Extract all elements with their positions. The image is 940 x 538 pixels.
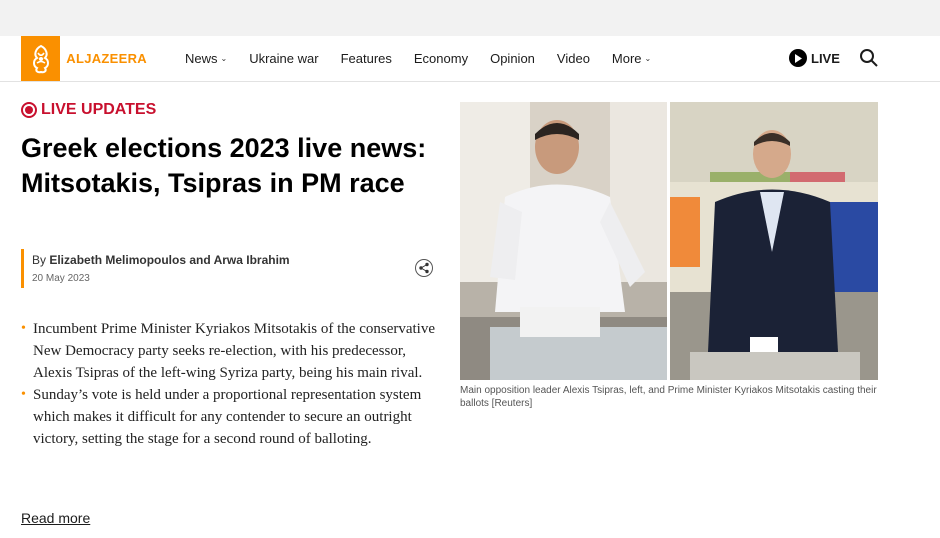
live-label: LIVE [811, 50, 840, 66]
chevron-down-icon: ⌄ [220, 54, 228, 63]
article-summary-list: Incumbent Prime Minister Kyriakos Mitsot… [21, 318, 441, 450]
chevron-down-icon: ⌄ [644, 54, 652, 63]
byline-prefix: By [32, 253, 50, 267]
hero-image [460, 102, 878, 380]
live-button[interactable]: LIVE [789, 49, 840, 67]
nav-item-more[interactable]: More ⌄ [612, 51, 651, 66]
play-icon [789, 49, 807, 67]
nav-item-label: Features [340, 51, 392, 66]
article-headline: Greek elections 2023 live news: Mitsotak… [21, 133, 427, 198]
nav-item-label: Video [556, 51, 590, 66]
logo-wordmark: ALJAZEERA [66, 51, 147, 66]
main-nav: News ⌄ Ukraine war Features Economy Opin… [185, 36, 673, 81]
nav-item-video[interactable]: Video [557, 51, 590, 66]
article-byline: By Elizabeth Melimopoulos and Arwa Ibrah… [21, 249, 431, 288]
live-updates-tag: LIVE UPDATES [21, 101, 156, 119]
author-names[interactable]: Elizabeth Melimopoulos and Arwa Ibrahim [49, 253, 289, 267]
nav-item-opinion[interactable]: Opinion [490, 51, 535, 66]
browser-top-strip [0, 0, 940, 36]
live-updates-label: LIVE UPDATES [41, 101, 157, 118]
aljazeera-emblem-icon [21, 36, 61, 81]
nav-item-news[interactable]: News ⌄ [185, 51, 227, 66]
share-button[interactable] [415, 259, 433, 277]
site-header: ALJAZEERA News ⌄ Ukraine war Features Ec… [0, 36, 940, 82]
nav-item-label: Opinion [490, 51, 535, 66]
live-indicator-icon [21, 102, 37, 118]
nav-item-label: More [611, 51, 642, 66]
image-caption: Main opposition leader Alexis Tsipras, l… [460, 385, 877, 409]
summary-item: Sunday’s vote is held under a proportion… [21, 384, 441, 450]
nav-item-ukraine-war[interactable]: Ukraine war [249, 51, 318, 66]
publish-date: 20 May 2023 [32, 273, 90, 284]
nav-item-label: Ukraine war [249, 51, 319, 66]
nav-item-label: Economy [413, 51, 469, 66]
nav-item-features[interactable]: Features [341, 51, 392, 66]
summary-item: Incumbent Prime Minister Kyriakos Mitsot… [21, 318, 441, 384]
read-more-link[interactable]: Read more [21, 510, 90, 526]
search-icon[interactable] [859, 48, 879, 68]
nav-item-label: News [185, 51, 218, 66]
nav-item-economy[interactable]: Economy [414, 51, 468, 66]
share-icon [419, 262, 429, 274]
byline-authors: By Elizabeth Melimopoulos and Arwa Ibrah… [32, 252, 431, 268]
site-logo[interactable]: ALJAZEERA [21, 36, 147, 81]
